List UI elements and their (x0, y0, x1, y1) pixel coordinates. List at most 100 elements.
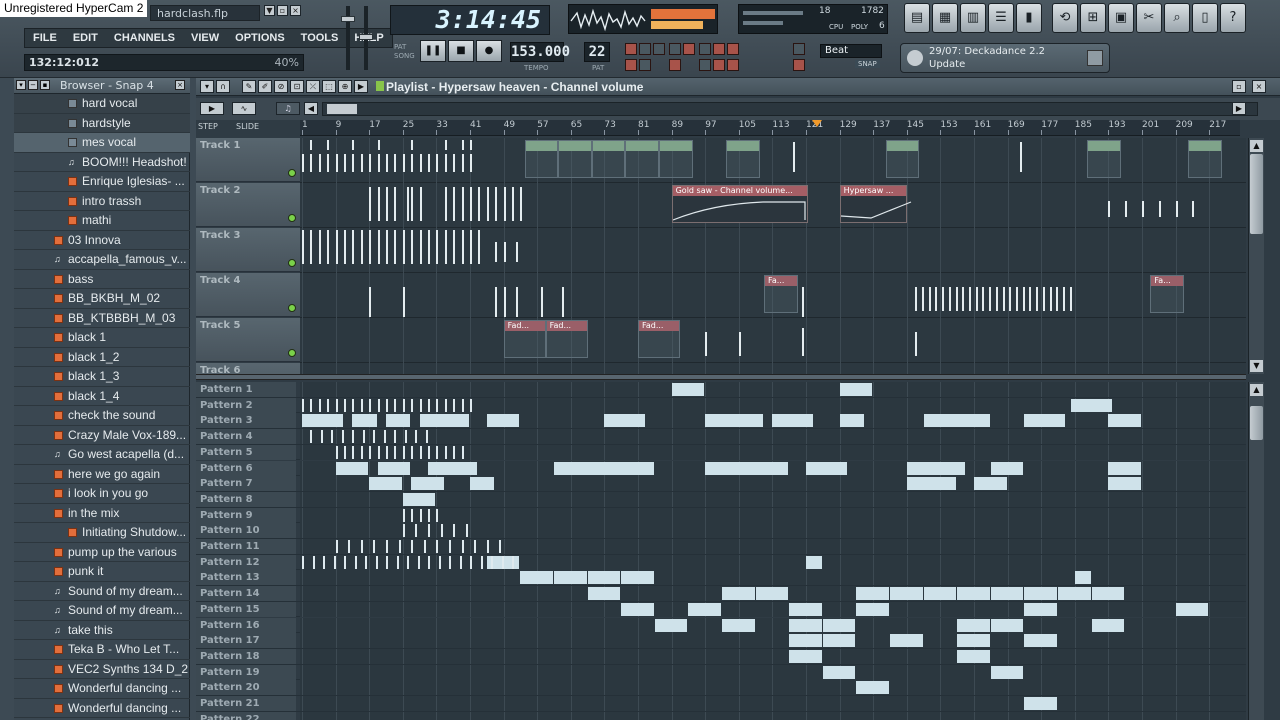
playlist-menu-icon[interactable]: ▾ (200, 80, 214, 93)
pattern-block[interactable] (822, 665, 856, 679)
track-header[interactable]: Track 2 (196, 183, 300, 227)
pattern-name[interactable]: Pattern 5 (196, 444, 296, 460)
track-lane[interactable]: Fad... Fad... Fad... (300, 318, 1246, 363)
master-volume-fader[interactable] (341, 6, 355, 70)
pattern-name[interactable]: Pattern 10 (196, 523, 296, 539)
pattern-block[interactable] (1058, 587, 1091, 601)
track-lane[interactable] (300, 138, 1246, 183)
pattern-block[interactable] (856, 602, 889, 616)
step-edit-button[interactable] (669, 43, 681, 55)
pattern-lane[interactable] (300, 523, 1246, 539)
pattern-clip[interactable]: Fa... (1150, 275, 1184, 313)
pattern-block[interactable] (906, 477, 957, 491)
pattern-name[interactable]: Pattern 7 (196, 476, 296, 492)
pattern-block[interactable] (520, 571, 553, 585)
snap-toggle-button[interactable] (793, 43, 805, 55)
draw-tool-icon[interactable]: ✎ (242, 80, 256, 93)
step-sequencer-icon[interactable]: ▦ (932, 3, 958, 33)
pattern-lane[interactable] (300, 397, 1246, 413)
pattern-block[interactable] (352, 414, 377, 428)
track-header[interactable]: Track 3 (196, 228, 300, 272)
pattern-block[interactable] (1108, 414, 1141, 428)
browser-collapse-icon[interactable]: − (28, 80, 38, 90)
pattern-block[interactable] (671, 383, 705, 396)
pattern-block[interactable] (1070, 398, 1112, 412)
pattern-block[interactable] (470, 477, 495, 491)
pattern-block[interactable] (957, 587, 990, 601)
browser-item[interactable]: ♫ Sound of my dream... (14, 582, 190, 601)
pattern-block[interactable] (1024, 414, 1066, 428)
browser-item[interactable]: Crazy Male Vox-189... (14, 426, 190, 445)
pattern-row[interactable]: Pattern 10 (196, 523, 1246, 539)
pattern-lane[interactable] (300, 429, 1246, 445)
pattern-block[interactable] (369, 477, 402, 491)
menu-edit[interactable]: EDIT (65, 29, 106, 47)
pattern-clip[interactable]: Fad... (638, 320, 680, 358)
browser-item[interactable]: ♫ accapella_famous_v... (14, 250, 190, 270)
pattern-block[interactable] (1175, 602, 1209, 616)
song-time-display[interactable]: 3:14:45 (390, 5, 550, 35)
pattern-clip[interactable] (659, 140, 693, 178)
splitter[interactable] (196, 374, 1246, 380)
automation-clip[interactable]: Gold saw - Channel volume... (671, 185, 808, 223)
pattern-block[interactable] (554, 571, 587, 585)
pattern-name[interactable]: Pattern 2 (196, 397, 296, 413)
pattern-block[interactable] (957, 634, 990, 648)
browser-item[interactable]: ♫ Go west acapella (d... (14, 445, 190, 465)
punch-button[interactable] (727, 59, 739, 71)
pattern-block[interactable] (621, 571, 654, 585)
stop-button[interactable]: ■ (448, 40, 474, 62)
pattern-name[interactable]: Pattern 21 (196, 696, 296, 711)
pattern-lane[interactable] (300, 586, 1246, 602)
browser-close-icon[interactable]: × (175, 80, 185, 90)
browser-item[interactable]: ♫ Sound of my dream... (14, 601, 190, 621)
pattern-block[interactable] (1091, 618, 1125, 632)
pattern-lane[interactable] (300, 413, 1246, 429)
browser-item[interactable]: black 1 (14, 328, 190, 348)
track-lane[interactable] (300, 363, 1246, 374)
pattern-lane[interactable] (300, 444, 1246, 460)
pattern-lane[interactable] (300, 382, 1246, 397)
pattern-name[interactable]: Pattern 3 (196, 413, 296, 429)
pattern-block[interactable] (402, 492, 436, 506)
pattern-row[interactable]: Pattern 16 (196, 617, 1246, 634)
pattern-block[interactable] (587, 571, 621, 585)
pattern-row[interactable]: Pattern 5 (196, 444, 1246, 461)
wait-button[interactable] (625, 59, 637, 71)
pattern-block[interactable] (621, 602, 654, 616)
pattern-name[interactable]: Pattern 9 (196, 507, 296, 523)
pattern-block[interactable] (890, 634, 923, 648)
scroll-up-icon[interactable]: ▲ (1250, 384, 1263, 396)
browser-item[interactable]: 03 Innova (14, 231, 190, 250)
paint-tool-icon[interactable]: ✐ (258, 80, 272, 93)
browser-item[interactable]: mathi (14, 211, 190, 231)
track-header[interactable]: Track 5 (196, 318, 300, 362)
browser-item[interactable]: Enrique Iglesias- ... (14, 172, 190, 192)
pattern-name[interactable]: Pattern 14 (196, 586, 296, 602)
scroll-left-icon[interactable]: ◀ (304, 102, 318, 115)
pattern-name[interactable]: Pattern 4 (196, 429, 296, 445)
pattern-block[interactable] (957, 649, 990, 663)
track-header[interactable]: Track 1 (196, 138, 300, 182)
track-mute-led[interactable] (288, 214, 296, 222)
midi-in-button[interactable] (669, 59, 681, 71)
browser-item[interactable]: in the mix (14, 504, 190, 523)
rec-blend-button[interactable] (625, 43, 637, 55)
pattern-row[interactable]: Pattern 1 (196, 382, 1246, 398)
automation-view-icon[interactable]: ∿ (232, 102, 256, 115)
playback-tool-icon[interactable]: ▶ (354, 80, 368, 93)
track-lane[interactable]: Fa... Fa... (300, 273, 1246, 318)
pattern-lane[interactable] (300, 601, 1246, 617)
pattern-block[interactable] (890, 587, 923, 601)
pattern-clip[interactable] (1188, 140, 1222, 178)
pattern-block[interactable] (1024, 587, 1057, 601)
pattern-block[interactable] (789, 602, 822, 616)
slice-tool-icon[interactable]: ⤫ (306, 80, 320, 93)
pattern-row[interactable]: Pattern 4 (196, 429, 1246, 445)
notes-icon[interactable]: ▯ (1192, 3, 1218, 33)
pattern-block[interactable] (974, 477, 1007, 491)
pattern-clip[interactable]: Fa... (764, 275, 798, 313)
dropdown-icon[interactable]: ▼ (264, 5, 275, 16)
close-window-icon[interactable]: × (1252, 80, 1266, 93)
help-icon[interactable]: ? (1220, 3, 1246, 33)
